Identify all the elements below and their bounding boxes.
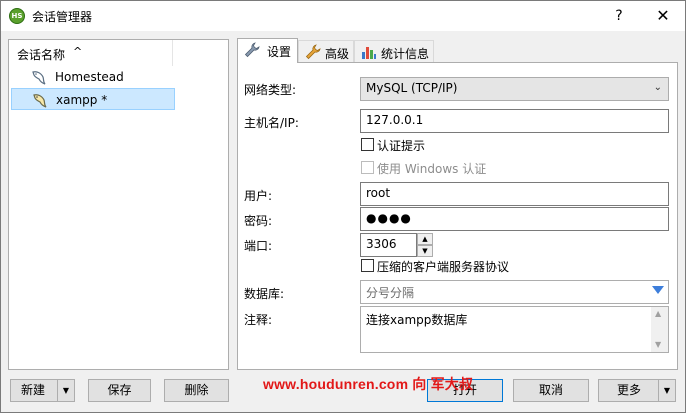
checkbox-box <box>361 138 374 151</box>
port-input[interactable]: 3306 <box>360 233 417 257</box>
checkbox-box <box>361 161 374 174</box>
tab-label: 设置 <box>267 45 292 59</box>
help-button[interactable]: ? <box>601 1 637 31</box>
delete-button[interactable]: 删除 <box>164 379 229 402</box>
chevron-down-icon: ⌄ <box>653 82 662 93</box>
dropdown-arrow-icon[interactable]: ▼ <box>658 380 675 401</box>
tab-label: 高级 <box>325 47 350 61</box>
session-list[interactable]: 会话名称 ^ Homestead xampp * <box>8 39 229 370</box>
wrench-icon <box>244 42 260 58</box>
close-button[interactable]: ✕ <box>645 1 681 31</box>
decrement-arrow-icon[interactable]: ▼ <box>417 245 433 257</box>
comment-scrollbar[interactable]: ▲ ▼ <box>651 307 668 352</box>
checkbox-box <box>361 259 374 272</box>
user-label: 用户: <box>244 189 273 203</box>
title-bar: HS 会话管理器 ? ✕ <box>1 1 685 31</box>
session-item-xampp[interactable]: xampp * <box>11 88 175 110</box>
wrench-orange-icon <box>305 44 321 60</box>
comment-value: 连接xampp数据库 <box>366 313 468 327</box>
tab-statistics[interactable]: 统计信息 <box>354 40 434 63</box>
compress-protocol-label: 压缩的客户端服务器协议 <box>377 260 510 274</box>
sort-ascending-icon: ^ <box>73 45 83 58</box>
new-button-label: 新建 <box>21 383 46 397</box>
comment-label: 注释: <box>244 313 273 327</box>
new-button[interactable]: 新建 ▼ <box>10 379 75 402</box>
port-stepper[interactable]: ▲ ▼ <box>417 233 433 257</box>
more-button-label: 更多 <box>617 383 642 397</box>
user-input[interactable]: root <box>360 182 669 206</box>
scroll-up-icon[interactable]: ▲ <box>655 309 661 318</box>
window-title: 会话管理器 <box>32 10 93 24</box>
network-type-select[interactable]: MySQL (TCP/IP) ⌄ <box>360 77 669 101</box>
column-header-label: 会话名称 <box>17 48 66 62</box>
database-input[interactable]: 分号分隔 <box>360 280 669 304</box>
comment-textarea[interactable]: 连接xampp数据库 ▲ ▼ <box>360 306 669 353</box>
session-item-label: xampp * <box>56 93 108 107</box>
database-label: 数据库: <box>244 287 285 301</box>
session-item-label: Homestead <box>55 70 124 84</box>
dropdown-arrow-icon[interactable]: ▼ <box>57 380 74 401</box>
port-label: 端口: <box>244 239 273 253</box>
increment-arrow-icon[interactable]: ▲ <box>417 233 433 245</box>
cancel-button[interactable]: 取消 <box>513 379 589 402</box>
dolphin-icon <box>32 71 46 85</box>
auth-prompt-label: 认证提示 <box>377 139 426 153</box>
more-button[interactable]: 更多 ▼ <box>598 379 676 402</box>
network-type-value: MySQL (TCP/IP) <box>366 81 458 95</box>
database-placeholder: 分号分隔 <box>366 286 415 300</box>
password-label: 密码: <box>244 214 273 228</box>
session-item-homestead[interactable]: Homestead <box>11 66 175 88</box>
password-input[interactable]: ●●●● <box>360 207 669 231</box>
save-button[interactable]: 保存 <box>88 379 151 402</box>
tab-settings[interactable]: 设置 <box>237 38 298 63</box>
watermark-text: www.houdunren.com 向 军大叔 <box>263 376 474 392</box>
host-label: 主机名/IP: <box>244 116 299 130</box>
tab-advanced[interactable]: 高级 <box>298 40 354 63</box>
host-input[interactable]: 127.0.0.1 <box>360 109 669 133</box>
scroll-down-icon[interactable]: ▼ <box>655 340 661 349</box>
app-icon: HS <box>9 8 25 24</box>
bar-chart-icon <box>362 47 376 59</box>
dropdown-triangle-icon[interactable] <box>652 286 664 294</box>
column-header-session-name[interactable]: 会话名称 ^ <box>9 40 173 66</box>
windows-auth-label: 使用 Windows 认证 <box>377 162 487 176</box>
tab-label: 统计信息 <box>381 47 430 61</box>
dolphin-icon <box>33 94 47 108</box>
network-type-label: 网络类型: <box>244 83 297 97</box>
